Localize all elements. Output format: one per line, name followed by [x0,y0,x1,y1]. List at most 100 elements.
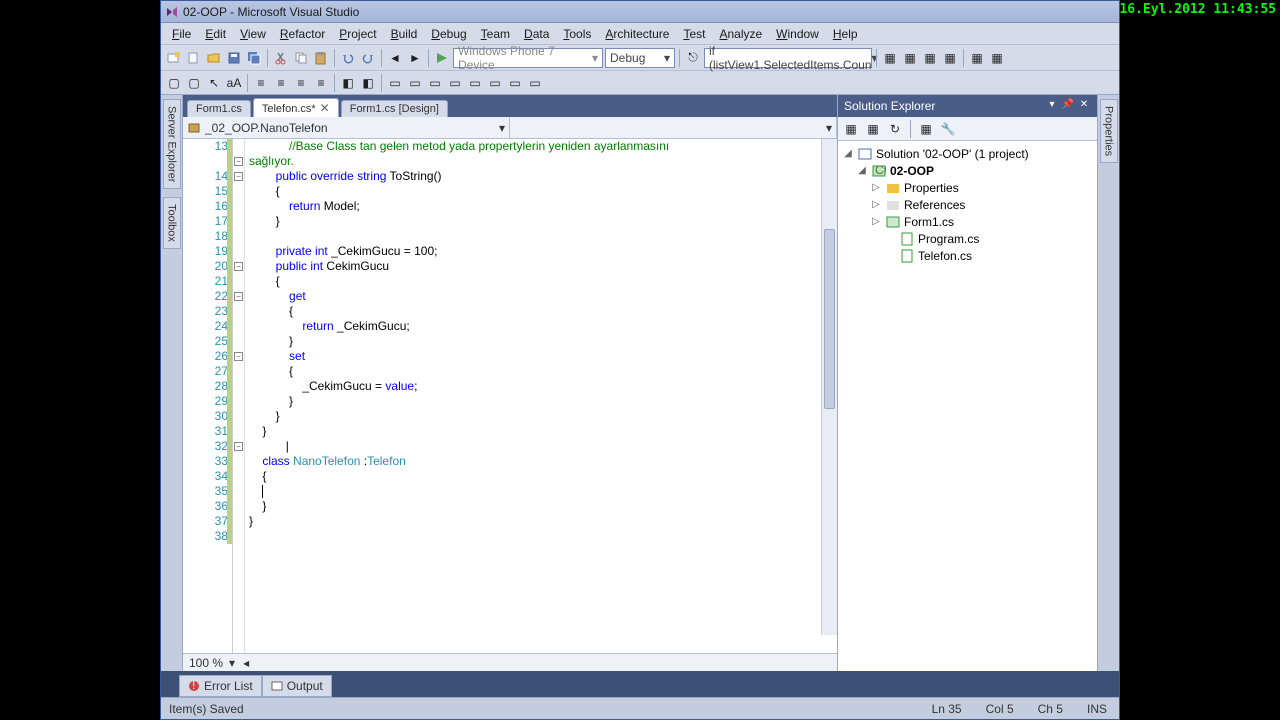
code-editor[interactable]: 1314151617181920212223242526272829303132… [183,139,837,653]
main-toolbar[interactable]: ◄ ► Windows Phone 7 Device▾ Debug▾ ⎋ if … [161,45,1119,71]
solution-explorer-title[interactable]: Solution Explorer ▾ 📌 ✕ [838,95,1097,117]
bookmark-next-icon[interactable]: ◧ [359,74,377,92]
properties-tab[interactable]: Properties [1100,99,1118,163]
t2-g7[interactable]: ▭ [506,74,524,92]
type-nav-combo[interactable]: _02_OOP.NanoTelefon▾ [183,117,510,138]
add-item-icon[interactable] [185,49,203,67]
member-nav-combo[interactable]: ▾ [510,117,837,138]
t2-btn-1[interactable]: ▢ [165,74,183,92]
solution-toolbar[interactable]: ▦ ▦ ↻ ▦ 🔧 [838,117,1097,141]
sp-btn-2[interactable]: ▦ [864,120,882,138]
t2-btn-3[interactable]: ↖ [205,74,223,92]
nav-back-icon[interactable]: ◄ [386,49,404,67]
system-clock: 16.Eyl.2012 11:43:55 [1119,2,1276,17]
panel-pin-icon[interactable]: 📌 [1061,99,1075,113]
paste-icon[interactable] [312,49,330,67]
indent-dec-icon[interactable]: ≡ [252,74,270,92]
config-combo[interactable]: Debug▾ [605,48,675,68]
tb-x3-icon[interactable]: ▦ [921,49,939,67]
project-label[interactable]: 02-OOP [890,164,934,178]
tab-telefon-cs-[interactable]: Telefon.cs*✕ [253,98,339,117]
t2-btn-2[interactable]: ▢ [185,74,203,92]
cut-icon[interactable] [272,49,290,67]
tab-form1-cs--design-[interactable]: Form1.cs [Design] [341,100,448,117]
menu-tools[interactable]: Tools [556,25,598,43]
t2-g8[interactable]: ▭ [526,74,544,92]
menu-window[interactable]: Window [769,25,826,43]
tb-x6-icon[interactable]: ▦ [988,49,1006,67]
output-tab[interactable]: Output [262,675,332,697]
tab-form1-cs[interactable]: Form1.cs [187,100,251,117]
zoom-dropdown-icon[interactable]: ▾ [229,656,235,670]
menu-project[interactable]: Project [332,25,383,43]
menu-test[interactable]: Test [676,25,712,43]
bookmark-icon[interactable]: ◧ [339,74,357,92]
t2-g4[interactable]: ▭ [446,74,464,92]
panel-dropdown-icon[interactable]: ▾ [1045,99,1059,113]
output-icon [271,680,283,692]
toolbox-tab[interactable]: Toolbox [163,197,181,249]
save-all-icon[interactable] [245,49,263,67]
undo-icon[interactable] [339,49,357,67]
solution-root-label[interactable]: Solution '02-OOP' (1 project) [876,147,1029,161]
tb-x5-icon[interactable]: ▦ [968,49,986,67]
error-list-tab[interactable]: ! Error List [179,675,262,697]
menu-data[interactable]: Data [517,25,556,43]
class-icon [187,121,201,135]
redo-icon[interactable] [359,49,377,67]
menu-view[interactable]: View [233,25,273,43]
titlebar[interactable]: 02-OOP - Microsoft Visual Studio [161,1,1119,23]
status-line: Ln 35 [932,702,962,716]
find-combo[interactable]: if (listView1.SelectedItems.Coun▾ [704,48,872,68]
status-message: Item(s) Saved [169,702,244,716]
scrollbar-thumb[interactable] [824,229,835,409]
t2-g6[interactable]: ▭ [486,74,504,92]
t2-btn-4[interactable]: aA [225,74,243,92]
uncomment-icon[interactable]: ≡ [312,74,330,92]
t2-g5[interactable]: ▭ [466,74,484,92]
hscroll-left-icon[interactable]: ◂ [243,656,249,670]
panel-close-icon[interactable]: ✕ [1077,99,1091,113]
platform-combo[interactable]: Windows Phone 7 Device▾ [453,48,603,68]
tree-properties[interactable]: Properties [904,181,959,195]
t2-g3[interactable]: ▭ [426,74,444,92]
sp-btn-4[interactable]: ▦ [917,120,935,138]
zoom-level[interactable]: 100 % [189,656,223,670]
t2-g2[interactable]: ▭ [406,74,424,92]
menu-build[interactable]: Build [384,25,425,43]
sp-btn-1[interactable]: ▦ [842,120,860,138]
vertical-scrollbar[interactable] [821,139,837,635]
secondary-toolbar[interactable]: ▢ ▢ ↖ aA ≡ ≡ ≡ ≡ ◧ ◧ ▭ ▭ ▭ ▭ ▭ ▭ ▭ ▭ [161,71,1119,95]
open-icon[interactable] [205,49,223,67]
server-explorer-tab[interactable]: Server Explorer [163,99,181,189]
copy-icon[interactable] [292,49,310,67]
nav-fwd-icon[interactable]: ► [406,49,424,67]
tb-x4-icon[interactable]: ▦ [941,49,959,67]
menu-analyze[interactable]: Analyze [712,25,769,43]
comment-icon[interactable]: ≡ [292,74,310,92]
menu-team[interactable]: Team [474,25,517,43]
tb-x1-icon[interactable]: ▦ [881,49,899,67]
solution-tree[interactable]: ◢Solution '02-OOP' (1 project) ◢C#02-OOP… [838,141,1097,671]
menu-edit[interactable]: Edit [198,25,233,43]
tree-references[interactable]: References [904,198,965,212]
sp-properties-icon[interactable]: 🔧 [939,120,957,138]
tb-btn-1[interactable]: ⎋ [684,49,702,67]
indent-inc-icon[interactable]: ≡ [272,74,290,92]
menu-help[interactable]: Help [826,25,865,43]
t2-g1[interactable]: ▭ [386,74,404,92]
tree-form1[interactable]: Form1.cs [904,215,954,229]
menu-debug[interactable]: Debug [424,25,473,43]
menu-architecture[interactable]: Architecture [598,25,676,43]
menu-file[interactable]: File [165,25,198,43]
menu-refactor[interactable]: Refactor [273,25,332,43]
menubar[interactable]: FileEditViewRefactorProjectBuildDebugTea… [161,23,1119,45]
new-project-icon[interactable] [165,49,183,67]
tab-close-icon[interactable]: ✕ [320,101,330,115]
start-debug-icon[interactable] [433,49,451,67]
save-icon[interactable] [225,49,243,67]
tree-telefon[interactable]: Telefon.cs [918,249,972,263]
sp-refresh-icon[interactable]: ↻ [886,120,904,138]
tb-x2-icon[interactable]: ▦ [901,49,919,67]
tree-program[interactable]: Program.cs [918,232,979,246]
